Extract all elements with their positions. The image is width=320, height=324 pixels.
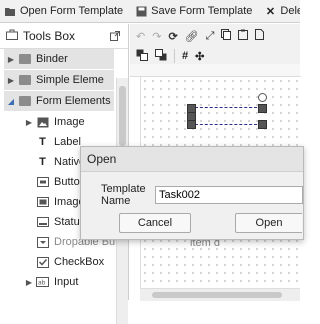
- chevron-right-icon[interactable]: ▶: [4, 55, 18, 64]
- open-button[interactable]: Open: [235, 213, 302, 233]
- rotate-handle[interactable]: [258, 93, 267, 102]
- category-binder[interactable]: ▶ Binder: [4, 49, 114, 69]
- category-simple-elements[interactable]: ▶ Simple Eleme: [4, 70, 114, 90]
- toolbox-icon: [6, 29, 18, 43]
- close-icon: ✕: [265, 5, 276, 18]
- folder-icon: [18, 95, 31, 108]
- expand-icon[interactable]: ⤢: [206, 30, 215, 43]
- scrollbar-thumb[interactable]: [119, 86, 126, 146]
- tools-box-header: Tools Box: [0, 24, 128, 49]
- save-template-label: Save Form Template: [151, 5, 253, 17]
- open-template-label: Open Form Template: [20, 5, 124, 17]
- delete-template-button[interactable]: ✕ Delete Fo: [260, 0, 300, 22]
- link-icon[interactable]: 🔗︎: [185, 30, 199, 43]
- tool-item-label: Image: [54, 116, 85, 128]
- image-button-icon: [36, 196, 49, 209]
- category-label: Form Elements: [36, 95, 111, 107]
- dropdown-icon: [36, 236, 49, 249]
- refresh-icon[interactable]: ⟳: [168, 30, 177, 43]
- paste-icon[interactable]: [238, 29, 249, 43]
- open-folder-icon: [4, 5, 16, 17]
- template-name-label: Template Name: [101, 183, 146, 207]
- cancel-button[interactable]: Cancel: [119, 213, 191, 233]
- save-template-button[interactable]: Save Form Template: [131, 0, 260, 22]
- open-template-button[interactable]: Open Form Template: [0, 0, 131, 22]
- category-label: Simple Eleme: [36, 74, 104, 86]
- tool-item-label-text: Label: [54, 136, 81, 148]
- divider: [174, 49, 175, 63]
- tool-item-label: Input: [54, 276, 79, 288]
- save-icon: [135, 5, 147, 17]
- send-back-icon[interactable]: [155, 48, 167, 64]
- open-dialog: Open Template Name Cancel Open: [80, 146, 304, 240]
- template-name-input[interactable]: [155, 186, 303, 204]
- delete-template-label: Delete Fo: [280, 5, 300, 17]
- checkbox-icon: [36, 256, 49, 269]
- tool-item-input[interactable]: ▶ ab Input: [0, 272, 128, 292]
- canvas-hscrollbar[interactable]: [140, 288, 300, 301]
- document-icon[interactable]: [255, 29, 265, 43]
- undo-icon[interactable]: ↶: [136, 30, 145, 43]
- scrollbar-thumb[interactable]: [152, 292, 282, 298]
- text-icon: T: [39, 136, 46, 148]
- category-form-elements[interactable]: ◢ Form Elements: [4, 91, 114, 111]
- button-icon: [36, 176, 49, 189]
- snap-icon[interactable]: ✣: [195, 50, 204, 63]
- selection-outline-bottom: [190, 124, 262, 125]
- input-icon: ab: [36, 276, 49, 289]
- selection-outline-top: [190, 107, 262, 108]
- grid-icon[interactable]: #: [182, 50, 188, 62]
- category-label: Binder: [36, 53, 68, 65]
- copy-icon[interactable]: [221, 29, 232, 43]
- chevron-right-icon[interactable]: ▶: [22, 118, 36, 127]
- redo-icon[interactable]: ↷: [152, 30, 161, 43]
- folder-icon: [18, 53, 31, 66]
- chevron-down-icon[interactable]: ◢: [4, 97, 18, 106]
- dialog-title: Open: [81, 147, 303, 172]
- tools-box-title: Tools Box: [23, 29, 76, 43]
- tool-item-image[interactable]: ▶ Image: [0, 112, 128, 132]
- main-toolbar: Open Form Template Save Form Template ✕ …: [0, 0, 300, 23]
- bring-front-icon[interactable]: [136, 49, 148, 64]
- template-name-row: Template Name: [101, 183, 303, 207]
- folder-icon: [18, 74, 31, 87]
- resize-handle[interactable]: [258, 104, 267, 113]
- tool-item-checkbox[interactable]: CheckBox: [0, 252, 128, 272]
- image-icon: [36, 116, 49, 129]
- chevron-right-icon[interactable]: ▶: [4, 76, 18, 85]
- resize-handle[interactable]: [258, 120, 267, 129]
- text-icon: T: [39, 156, 46, 168]
- status-icon: [36, 216, 49, 229]
- svg-text:ab: ab: [38, 280, 46, 287]
- tool-item-label: CheckBox: [54, 256, 105, 268]
- chevron-right-icon[interactable]: ▶: [22, 278, 36, 287]
- canvas-toolbar: ↶ ↷ ⟳ 🔗︎ ⤢ # ✣: [130, 24, 300, 64]
- external-link-icon[interactable]: [110, 30, 120, 44]
- resize-handle[interactable]: [187, 120, 196, 129]
